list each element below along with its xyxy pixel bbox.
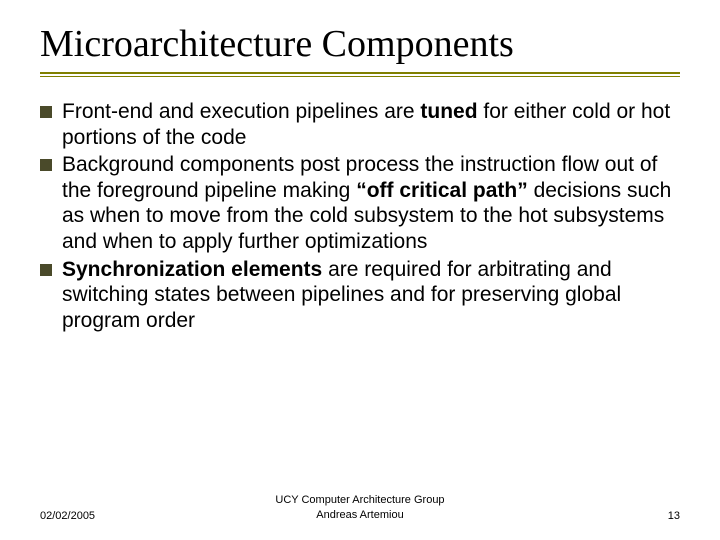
content-area: Front-end and execution pipelines are tu… [40,99,680,333]
list-item: Background components post process the i… [40,152,680,254]
square-bullet-icon [40,106,52,118]
list-item: Synchronization elements are required fo… [40,257,680,334]
footer: 02/02/2005 UCY Computer Architecture Gro… [0,493,720,522]
footer-page: 13 [467,510,680,522]
square-bullet-icon [40,264,52,276]
square-bullet-icon [40,159,52,171]
footer-center: UCY Computer Architecture Group Andreas … [253,493,466,522]
list-item: Front-end and execution pipelines are tu… [40,99,680,150]
slide: Microarchitecture Components Front-end a… [0,0,720,540]
list-item-text: Background components post process the i… [62,152,680,254]
footer-group-1: UCY Computer Architecture Group [253,493,466,507]
list-item-text: Synchronization elements are required fo… [62,257,680,334]
footer-group-2: Andreas Artemiou [253,508,466,522]
footer-date: 02/02/2005 [40,510,253,522]
title-rule [40,72,680,77]
list-item-text: Front-end and execution pipelines are tu… [62,99,680,150]
slide-title: Microarchitecture Components [40,22,680,66]
